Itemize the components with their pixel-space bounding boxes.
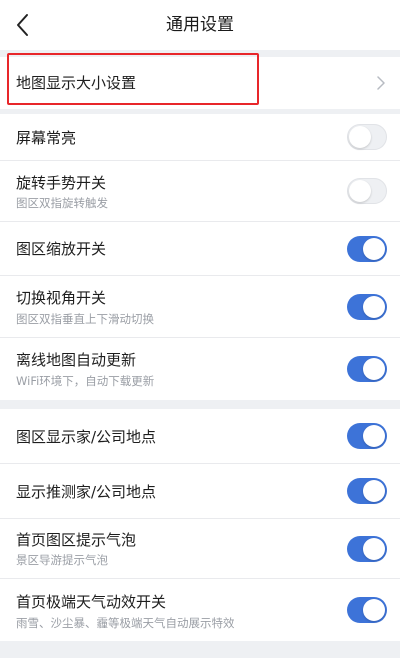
weather-effect-label: 首页极端天气动效开关 <box>16 593 167 611</box>
map-size-setting-label: 地图显示大小设置 <box>16 74 137 92</box>
show-home-company-row: 图区显示家/公司地点 <box>0 409 400 464</box>
show-home-company-toggle[interactable] <box>347 423 387 449</box>
view-angle-label: 切换视角开关 <box>16 289 107 307</box>
predict-home-company-row: 显示推测家/公司地点 <box>0 464 400 519</box>
toggle-knob <box>363 295 385 318</box>
page-title: 通用设置 <box>166 15 234 35</box>
zoom-switch-label: 图区缩放开关 <box>16 240 107 258</box>
offline-update-row: 离线地图自动更新 WiFi环境下，自动下载更新 <box>0 338 400 400</box>
zoom-switch-row: 图区缩放开关 <box>0 222 400 276</box>
offline-update-sub: WiFi环境下，自动下载更新 <box>16 374 155 388</box>
predict-home-company-label: 显示推测家/公司地点 <box>16 483 157 501</box>
toggle-knob <box>349 180 371 202</box>
weather-effect-sub: 雨雪、沙尘暴、霾等极端天气自动展示特效 <box>16 616 235 630</box>
offline-update-label: 离线地图自动更新 <box>16 351 137 369</box>
weather-effect-row: 首页极端天气动效开关 雨雪、沙尘暴、霾等极端天气自动展示特效 <box>0 579 400 641</box>
view-angle-row: 切换视角开关 图区双指垂直上下滑动切换 <box>0 276 400 338</box>
rotate-gesture-toggle[interactable] <box>347 178 387 204</box>
toggle-knob <box>363 480 385 502</box>
home-bubble-label: 首页图区提示气泡 <box>16 531 137 549</box>
toggle-knob <box>363 425 385 447</box>
toggle-knob <box>363 599 385 621</box>
toggle-knob <box>363 237 385 260</box>
rotate-gesture-label: 旋转手势开关 <box>16 174 107 192</box>
view-angle-toggle[interactable] <box>347 293 387 320</box>
toggle-knob <box>363 358 385 380</box>
map-display-group: 地图显示大小设置 <box>0 57 400 109</box>
rotate-gesture-row: 旋转手势开关 图区双指旋转触发 <box>0 161 400 222</box>
keep-screen-on-row: 屏幕常亮 <box>0 114 400 161</box>
offline-update-toggle[interactable] <box>347 356 387 382</box>
rotate-gesture-sub: 图区双指旋转触发 <box>16 196 108 210</box>
home-bubble-sub: 景区导游提示气泡 <box>16 553 108 567</box>
keep-screen-on-label: 屏幕常亮 <box>16 129 77 147</box>
map-size-setting-row[interactable]: 地图显示大小设置 <box>0 57 400 109</box>
map-display-group-2: 图区显示家/公司地点 显示推测家/公司地点 首页图区提示气泡 景区导游提示气泡 … <box>0 409 400 641</box>
zoom-switch-toggle[interactable] <box>347 235 387 262</box>
weather-effect-toggle[interactable] <box>347 597 387 623</box>
view-angle-sub: 图区双指垂直上下滑动切换 <box>16 312 154 326</box>
toggle-knob <box>363 537 385 560</box>
show-home-company-label: 图区显示家/公司地点 <box>16 428 157 446</box>
predict-home-company-toggle[interactable] <box>347 478 387 504</box>
home-bubble-row: 首页图区提示气泡 景区导游提示气泡 <box>0 519 400 579</box>
keep-screen-on-toggle[interactable] <box>347 124 387 150</box>
header-bar: 通用设置 <box>0 0 400 50</box>
chevron-right-icon <box>377 76 385 90</box>
home-bubble-toggle[interactable] <box>347 535 387 562</box>
toggle-knob <box>349 126 371 148</box>
gesture-settings-group: 屏幕常亮 旋转手势开关 图区双指旋转触发 图区缩放开关 切换视角开关 图区双指垂… <box>0 114 400 400</box>
